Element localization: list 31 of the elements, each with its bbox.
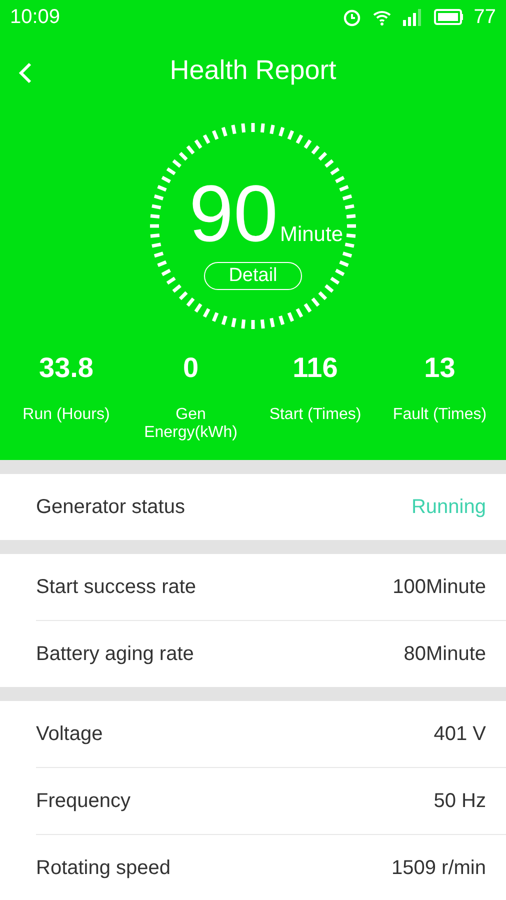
runtime-value: 90 xyxy=(188,174,278,254)
stat-label: Start (Times) xyxy=(268,406,362,425)
stat-value: 116 xyxy=(292,352,338,385)
row-label: Battery aging rate xyxy=(36,642,194,666)
row-label: Frequency xyxy=(36,790,130,812)
stat-label: Gen Energy(kWh) xyxy=(143,406,238,443)
battery-icon xyxy=(434,9,464,25)
row-label: Voltage xyxy=(36,722,103,746)
status-time: 10:09 xyxy=(10,6,60,28)
wifi-icon xyxy=(372,8,392,26)
row-value: Running xyxy=(411,496,486,518)
detail-button[interactable]: Detail xyxy=(204,262,302,290)
stat-value: 0 xyxy=(182,352,199,385)
alarm-icon xyxy=(342,7,362,27)
row-value: 401 V xyxy=(434,722,486,746)
row-value: 1509 r/min xyxy=(392,856,486,880)
stat-value: 13 xyxy=(424,352,456,385)
page-title: Health Report xyxy=(170,54,336,86)
row-value: 50 Hz xyxy=(434,790,486,812)
back-icon xyxy=(18,62,32,84)
row-label: Generator status xyxy=(36,496,185,518)
runtime-unit: Minute xyxy=(280,223,343,247)
stat-label: Fault (Times) xyxy=(392,406,488,425)
signal-icon xyxy=(402,8,424,26)
row-label: Rotating speed xyxy=(36,856,171,880)
battery-level: 77 xyxy=(474,6,496,28)
stat-value: 33.8 xyxy=(39,352,94,385)
row-value: 100Minute xyxy=(392,576,486,598)
row-label: Start success rate xyxy=(36,576,196,598)
row-value: 80Minute xyxy=(404,642,486,666)
stat-label: Run (Hours) xyxy=(22,406,111,425)
